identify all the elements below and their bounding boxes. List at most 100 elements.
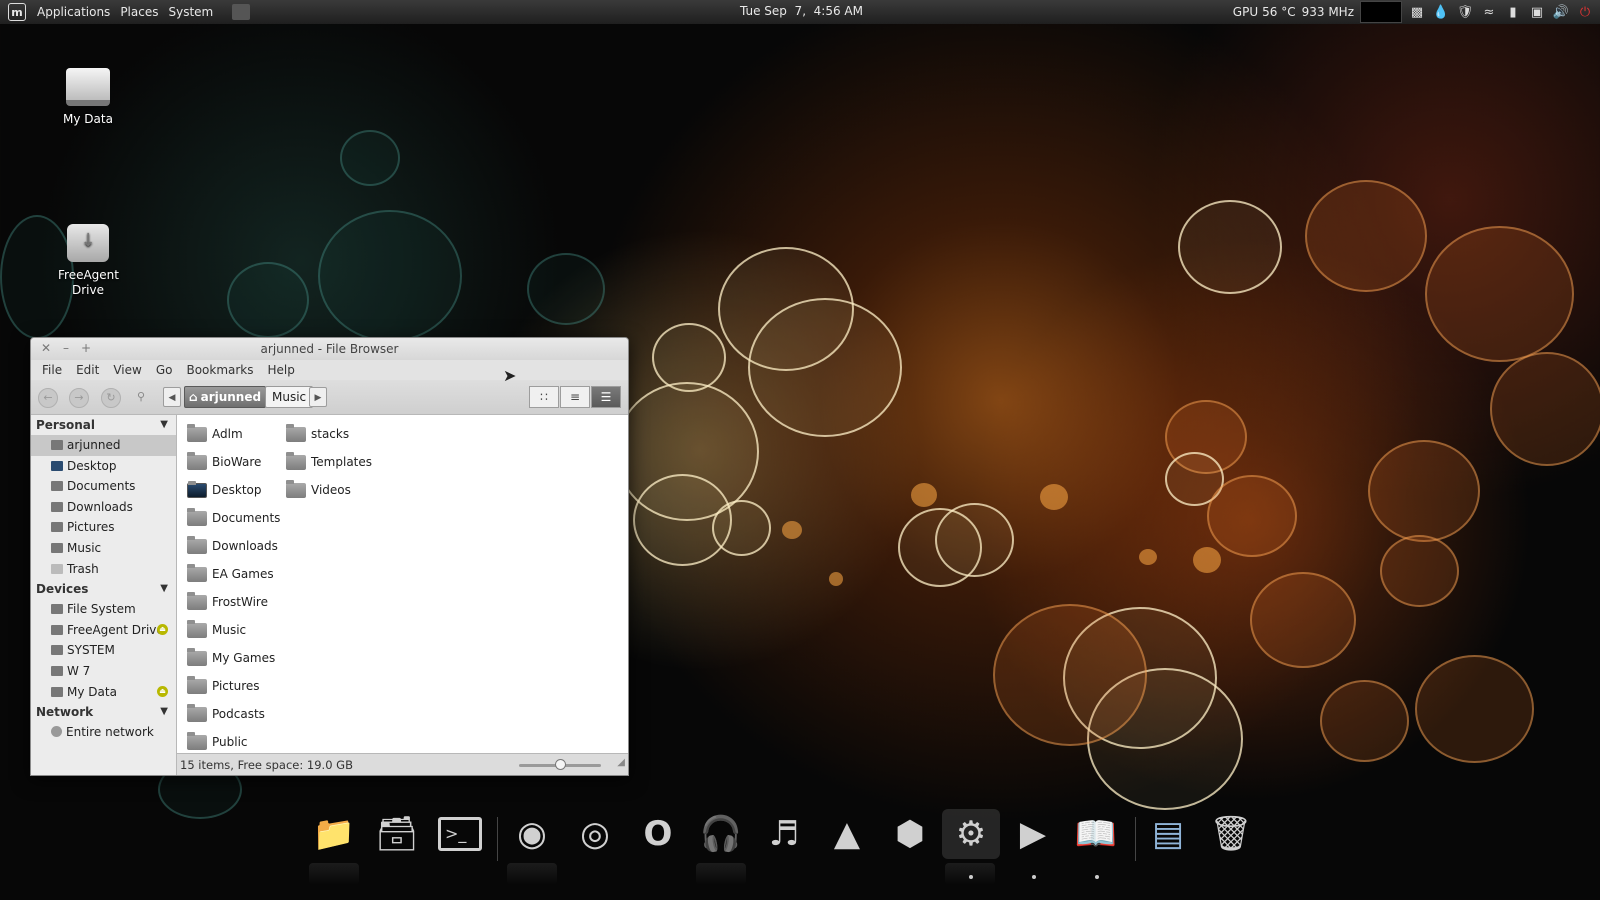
folder-item-ea-games[interactable]: EA Games — [187, 563, 274, 585]
media-player-icon[interactable]: ▶ — [1008, 809, 1058, 859]
folder-item-frostwire[interactable]: FrostWire — [187, 591, 268, 613]
headphones-icon[interactable]: 🎧 — [696, 809, 746, 859]
sidebar-item-system[interactable]: SYSTEM — [31, 640, 176, 661]
volume-icon[interactable]: 🔊 — [1552, 3, 1570, 21]
desktop-icon — [51, 460, 63, 471]
launcher-icon[interactable] — [232, 4, 251, 20]
network-icon[interactable]: ▣ — [1528, 3, 1546, 21]
folder-item-adlm[interactable]: Adlm — [187, 423, 243, 445]
trash-icon[interactable]: 🗑 — [1206, 809, 1256, 859]
folder-item-videos[interactable]: Videos — [286, 479, 351, 501]
power-icon[interactable]: ⏻ — [1576, 3, 1594, 21]
document-viewer-icon[interactable]: 📖 — [1071, 809, 1121, 859]
file-label: Adlm — [212, 427, 243, 441]
menu-bookmarks[interactable]: Bookmarks — [179, 363, 260, 377]
sidebar-item-freeagent-drive[interactable]: FreeAgent Drive ⏏ — [31, 620, 176, 641]
drop-icon[interactable]: ▲ — [822, 809, 872, 859]
compact-view-button[interactable]: ☰ — [591, 386, 621, 408]
dock-reflection — [945, 863, 995, 885]
reload-icon[interactable]: ↻ — [101, 388, 121, 408]
files-icon[interactable]: 📁 — [309, 809, 359, 859]
sidebar-header-personal[interactable]: Personal ▼ — [31, 415, 176, 435]
sidebar-item-pictures[interactable]: Pictures — [31, 517, 176, 538]
opera-icon[interactable]: O — [633, 809, 683, 859]
icon-view-button[interactable]: ∷ — [529, 386, 559, 408]
menu-edit[interactable]: Edit — [69, 363, 106, 377]
folder-item-templates[interactable]: Templates — [286, 451, 372, 473]
sidebar-item-entire-network[interactable]: Entire network — [31, 722, 176, 743]
sidebar-header-devices[interactable]: Devices ▼ — [31, 579, 176, 599]
collapse-arrow-icon[interactable]: ▼ — [160, 579, 168, 599]
sidebar-item-desktop[interactable]: Desktop — [31, 456, 176, 477]
menu-file[interactable]: File — [35, 363, 69, 377]
gpu-graph — [1360, 1, 1402, 23]
settings-icon[interactable]: ⚙ — [942, 809, 1000, 859]
applications-menu[interactable]: Applications — [32, 5, 115, 19]
desktop-icon-freeagent-drive[interactable]: FreeAgent Drive — [38, 224, 138, 298]
folder-item-desktop[interactable]: Desktop — [187, 479, 262, 501]
list-view-button[interactable]: ≡ — [560, 386, 590, 408]
sidebar-item-w7[interactable]: W 7 — [31, 661, 176, 682]
folder-item-my-games[interactable]: My Games — [187, 647, 275, 669]
folder-item-music[interactable]: Music — [187, 619, 246, 641]
public-folder-icon — [187, 731, 207, 750]
clock[interactable]: Tue Sep 7, 4:56 AM — [740, 4, 863, 18]
chrome-icon[interactable]: ◎ — [570, 809, 620, 859]
places-menu[interactable]: Places — [115, 5, 163, 19]
eject-icon[interactable]: ⏏ — [157, 623, 168, 635]
sidebar-item-documents[interactable]: Documents — [31, 476, 176, 497]
file-label: FrostWire — [212, 595, 268, 609]
installer-icon[interactable]: ▤ — [1143, 809, 1193, 859]
package-icon[interactable]: ⬢ — [885, 809, 935, 859]
mint-menu-icon[interactable]: m — [8, 3, 26, 21]
screen-icon[interactable]: ▩ — [1408, 3, 1426, 21]
eject-icon[interactable]: ⏏ — [157, 685, 168, 697]
collapse-arrow-icon[interactable]: ▼ — [160, 702, 168, 722]
sidebar-item-my-data[interactable]: My Data ⏏ — [31, 682, 176, 703]
titlebar[interactable]: ✕ – + arjunned - File Browser — [31, 338, 628, 360]
sidebar-item-downloads[interactable]: Downloads — [31, 497, 176, 518]
sidebar-item-label: W 7 — [67, 663, 91, 678]
desktop-icon-my-data[interactable]: My Data — [38, 68, 138, 126]
sidebar-item-home[interactable]: arjunned — [31, 435, 176, 456]
wifi-icon[interactable]: ≈ — [1480, 3, 1498, 21]
path-right-arrow-icon[interactable]: ▶ — [309, 387, 327, 407]
videos-folder-icon — [286, 479, 306, 498]
statusbar: 15 items, Free space: 19.0 GB ◢ — [177, 753, 628, 775]
folder-item-pictures[interactable]: Pictures — [187, 675, 260, 697]
battery-icon[interactable]: ▮ — [1504, 3, 1522, 21]
folder-item-downloads[interactable]: Downloads — [187, 535, 278, 557]
file-manager-icon[interactable]: 🗃 — [372, 809, 422, 859]
drop-icon[interactable]: 💧 — [1432, 3, 1450, 21]
folder-item-podcasts[interactable]: Podcasts — [187, 703, 265, 725]
shield-icon[interactable]: 🛡 — [1456, 3, 1474, 21]
menu-help[interactable]: Help — [261, 363, 302, 377]
sidebar-item-music[interactable]: Music — [31, 538, 176, 559]
back-icon[interactable]: ← — [38, 388, 58, 408]
folder-item-bioware[interactable]: BioWare — [187, 451, 261, 473]
folder-item-stacks[interactable]: stacks — [286, 423, 349, 445]
cursor-icon: ➤ — [503, 366, 517, 385]
desktop-folder-icon — [187, 480, 207, 498]
collapse-arrow-icon[interactable]: ▼ — [160, 415, 168, 435]
resize-grip-icon[interactable]: ◢ — [617, 757, 625, 768]
folder-item-documents[interactable]: Documents — [187, 507, 280, 529]
zoom-slider-handle[interactable] — [554, 759, 566, 770]
dock: 📁 🗃 >_ ◉ ◎ O 🎧 ♬ ▲ ⬢ ⚙ ▶ 📖 ▤ 🗑 — [305, 805, 1265, 900]
sidebar-header-network[interactable]: Network ▼ — [31, 702, 176, 722]
terminal-icon[interactable]: >_ — [435, 809, 485, 859]
breadcrumb-home[interactable]: ⌂ arjunned — [184, 386, 267, 408]
music-player-icon[interactable]: ♬ — [759, 809, 809, 859]
search-icon[interactable]: ⚲ — [132, 388, 150, 406]
breadcrumb-music[interactable]: Music — [265, 386, 314, 408]
firefox-icon[interactable]: ◉ — [507, 809, 557, 859]
system-menu[interactable]: System — [163, 5, 218, 19]
sidebar-item-file-system[interactable]: File System — [31, 599, 176, 620]
path-left-arrow-icon[interactable]: ◀ — [163, 387, 181, 407]
menu-go[interactable]: Go — [149, 363, 180, 377]
menu-view[interactable]: View — [106, 363, 148, 377]
forward-icon[interactable]: → — [69, 388, 89, 408]
folder-item-public[interactable]: Public — [187, 731, 248, 753]
file-label: Podcasts — [212, 707, 265, 721]
sidebar-item-trash[interactable]: Trash — [31, 559, 176, 580]
